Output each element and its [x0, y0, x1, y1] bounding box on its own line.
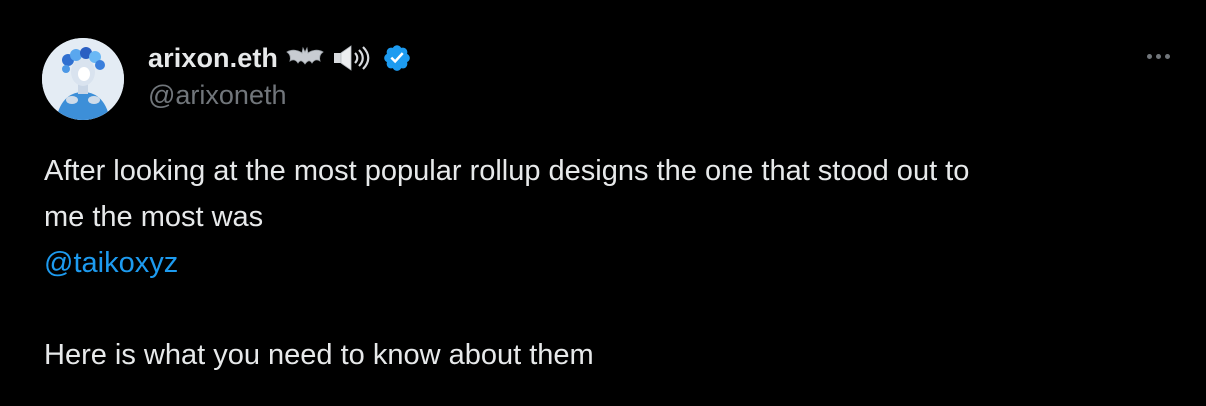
mention-link[interactable]: @taikoxyz	[44, 247, 178, 279]
more-dot	[1146, 53, 1152, 59]
more-dot	[1155, 53, 1161, 59]
speaker-emoji-icon	[332, 43, 372, 73]
tweet-text-line: Here is what you need to know about them	[44, 339, 594, 371]
avatar[interactable]	[42, 38, 124, 120]
tweet-text: After looking at the most popular rollup…	[44, 148, 1184, 378]
tweet-card[interactable]: arixon.eth @arixoneth After looking at t…	[0, 0, 1206, 406]
more-dot	[1164, 53, 1170, 59]
more-horizontal-icon[interactable]	[1138, 44, 1178, 68]
tweet-text-line: After looking at the most popular rollup…	[44, 155, 970, 187]
author-name-row[interactable]: arixon.eth	[148, 38, 412, 78]
display-name[interactable]: arixon.eth	[148, 43, 278, 74]
verified-badge-icon[interactable]	[382, 43, 412, 73]
bat-emoji-icon	[286, 43, 324, 73]
tweet-text-line: me the most was	[44, 201, 264, 233]
user-handle[interactable]: @arixoneth	[148, 80, 286, 111]
